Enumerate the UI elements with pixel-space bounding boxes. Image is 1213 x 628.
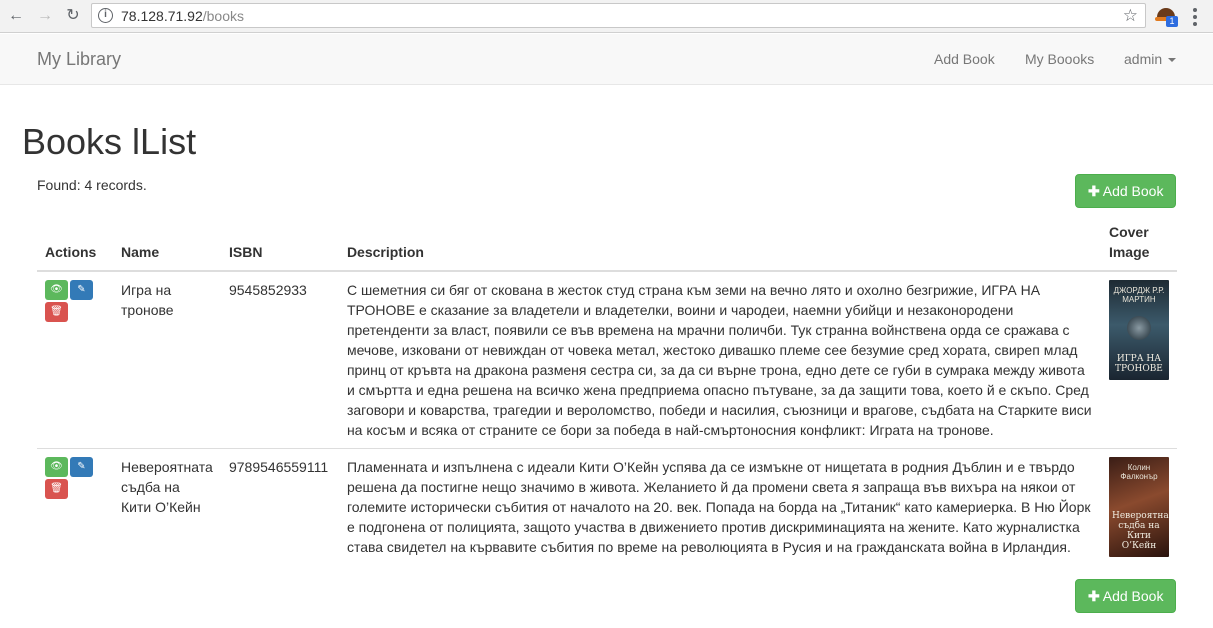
delete-button[interactable]: 🗑 bbox=[45, 479, 68, 499]
info-icon[interactable]: i bbox=[98, 8, 113, 23]
navbar: My Library Add Book My Boooks admin bbox=[0, 34, 1213, 85]
plus-icon: ✚ bbox=[1088, 183, 1100, 199]
bookmark-star-icon[interactable]: ☆ bbox=[1123, 6, 1138, 26]
add-book-button-top[interactable]: ✚ Add Book bbox=[1075, 174, 1177, 208]
url-text: 78.128.71.92/books bbox=[121, 8, 244, 24]
header-name: Name bbox=[113, 214, 221, 272]
cover-cell: ДЖОРДЖ Р.Р. МАРТИН ИГРА НА ТРОНОВЕ bbox=[1101, 271, 1177, 449]
trash-icon: 🗑 bbox=[50, 483, 63, 494]
records-count: Found: 4 records. bbox=[37, 177, 147, 193]
trash-icon: 🗑 bbox=[50, 306, 63, 317]
cover-cell: Колин Фалконър Невероятната съдба на Кит… bbox=[1100, 448, 1177, 565]
cover-emblem bbox=[1126, 316, 1151, 340]
cover-author: ДЖОРДЖ Р.Р. МАРТИН bbox=[1113, 286, 1165, 304]
extension-hat-icon[interactable]: 1 bbox=[1155, 5, 1179, 27]
book-cover-image[interactable]: Колин Фалконър Невероятната съдба на Кит… bbox=[1108, 457, 1169, 557]
header-description: Description bbox=[338, 214, 1101, 272]
add-book-label: Add Book bbox=[1102, 588, 1164, 604]
extension-badge: 1 bbox=[1166, 16, 1178, 27]
view-button[interactable]: 👁 bbox=[45, 280, 68, 300]
url-path: /books bbox=[202, 8, 244, 24]
book-description: С шеметния си бяг от скована в жесток ст… bbox=[346, 282, 1092, 438]
caret-down-icon bbox=[1168, 58, 1177, 63]
plus-icon: ✚ bbox=[1088, 588, 1100, 604]
eye-icon: 👁 bbox=[50, 461, 63, 472]
header-isbn: ISBN bbox=[220, 214, 339, 272]
back-icon[interactable]: ← bbox=[6, 6, 26, 26]
cover-title: ИГРА НА ТРОНОВЕ bbox=[1115, 354, 1163, 374]
nav-add-book-link[interactable]: Add Book bbox=[934, 51, 995, 67]
user-name: admin bbox=[1124, 51, 1163, 67]
add-book-label: Add Book bbox=[1102, 183, 1164, 199]
browser-menu-icon[interactable] bbox=[1193, 8, 1197, 26]
book-isbn: 9789546559111 bbox=[220, 448, 339, 565]
eye-icon: 👁 bbox=[50, 284, 63, 295]
header-actions: Actions bbox=[37, 214, 113, 272]
add-book-button-bottom[interactable]: ✚ Add Book bbox=[1075, 579, 1177, 613]
books-table: Actions Name ISBN Description Cover Imag… bbox=[37, 214, 1177, 565]
header-cover-image: Cover Image bbox=[1100, 214, 1177, 272]
book-isbn: 9545852933 bbox=[228, 282, 307, 298]
page-title: Books lList bbox=[22, 121, 197, 162]
actions-cell: 👁 ✎ 🗑 bbox=[37, 271, 113, 449]
browser-toolbar: ← → ↻ i 78.128.71.92/books ☆ 1 bbox=[0, 0, 1213, 33]
book-name[interactable]: Игра на тронове bbox=[113, 271, 221, 449]
delete-button[interactable]: 🗑 bbox=[45, 302, 68, 322]
edit-icon: ✎ bbox=[77, 461, 86, 472]
nav-my-books-link[interactable]: My Boooks bbox=[1025, 51, 1094, 67]
cover-author: Колин Фалконър bbox=[1120, 463, 1158, 481]
view-button[interactable]: 👁 bbox=[45, 457, 68, 477]
table-row: 👁 ✎ 🗑 Невероятната съдба на Кити О’Кейн … bbox=[37, 448, 1177, 565]
cover-title: Невероятната съдба на Кити О’Кейн bbox=[1111, 511, 1169, 551]
book-cover-image[interactable]: ДЖОРДЖ Р.Р. МАРТИН ИГРА НА ТРОНОВЕ bbox=[1108, 280, 1169, 380]
navbar-brand[interactable]: My Library bbox=[37, 49, 121, 70]
table-header-row: Actions Name ISBN Description Cover Imag… bbox=[37, 214, 1177, 272]
reload-icon[interactable]: ↻ bbox=[63, 6, 83, 26]
forward-icon[interactable]: → bbox=[35, 6, 55, 26]
actions-cell: 👁 ✎ 🗑 bbox=[37, 448, 113, 565]
edit-button[interactable]: ✎ bbox=[70, 280, 93, 300]
table-row: 👁 ✎ 🗑 Игра на тронове 9545852933 С шемет… bbox=[37, 271, 1177, 449]
user-dropdown[interactable]: admin bbox=[1124, 51, 1177, 67]
address-bar[interactable]: i 78.128.71.92/books ☆ bbox=[91, 3, 1146, 28]
edit-button[interactable]: ✎ bbox=[70, 457, 93, 477]
book-name[interactable]: Невероятната съдба на Кити О’Кейн bbox=[113, 448, 221, 565]
url-host: 78.128.71.92 bbox=[121, 8, 203, 24]
book-description: Пламенната и изпълнена с идеали Кити О’К… bbox=[338, 448, 1101, 565]
edit-icon: ✎ bbox=[77, 284, 86, 295]
